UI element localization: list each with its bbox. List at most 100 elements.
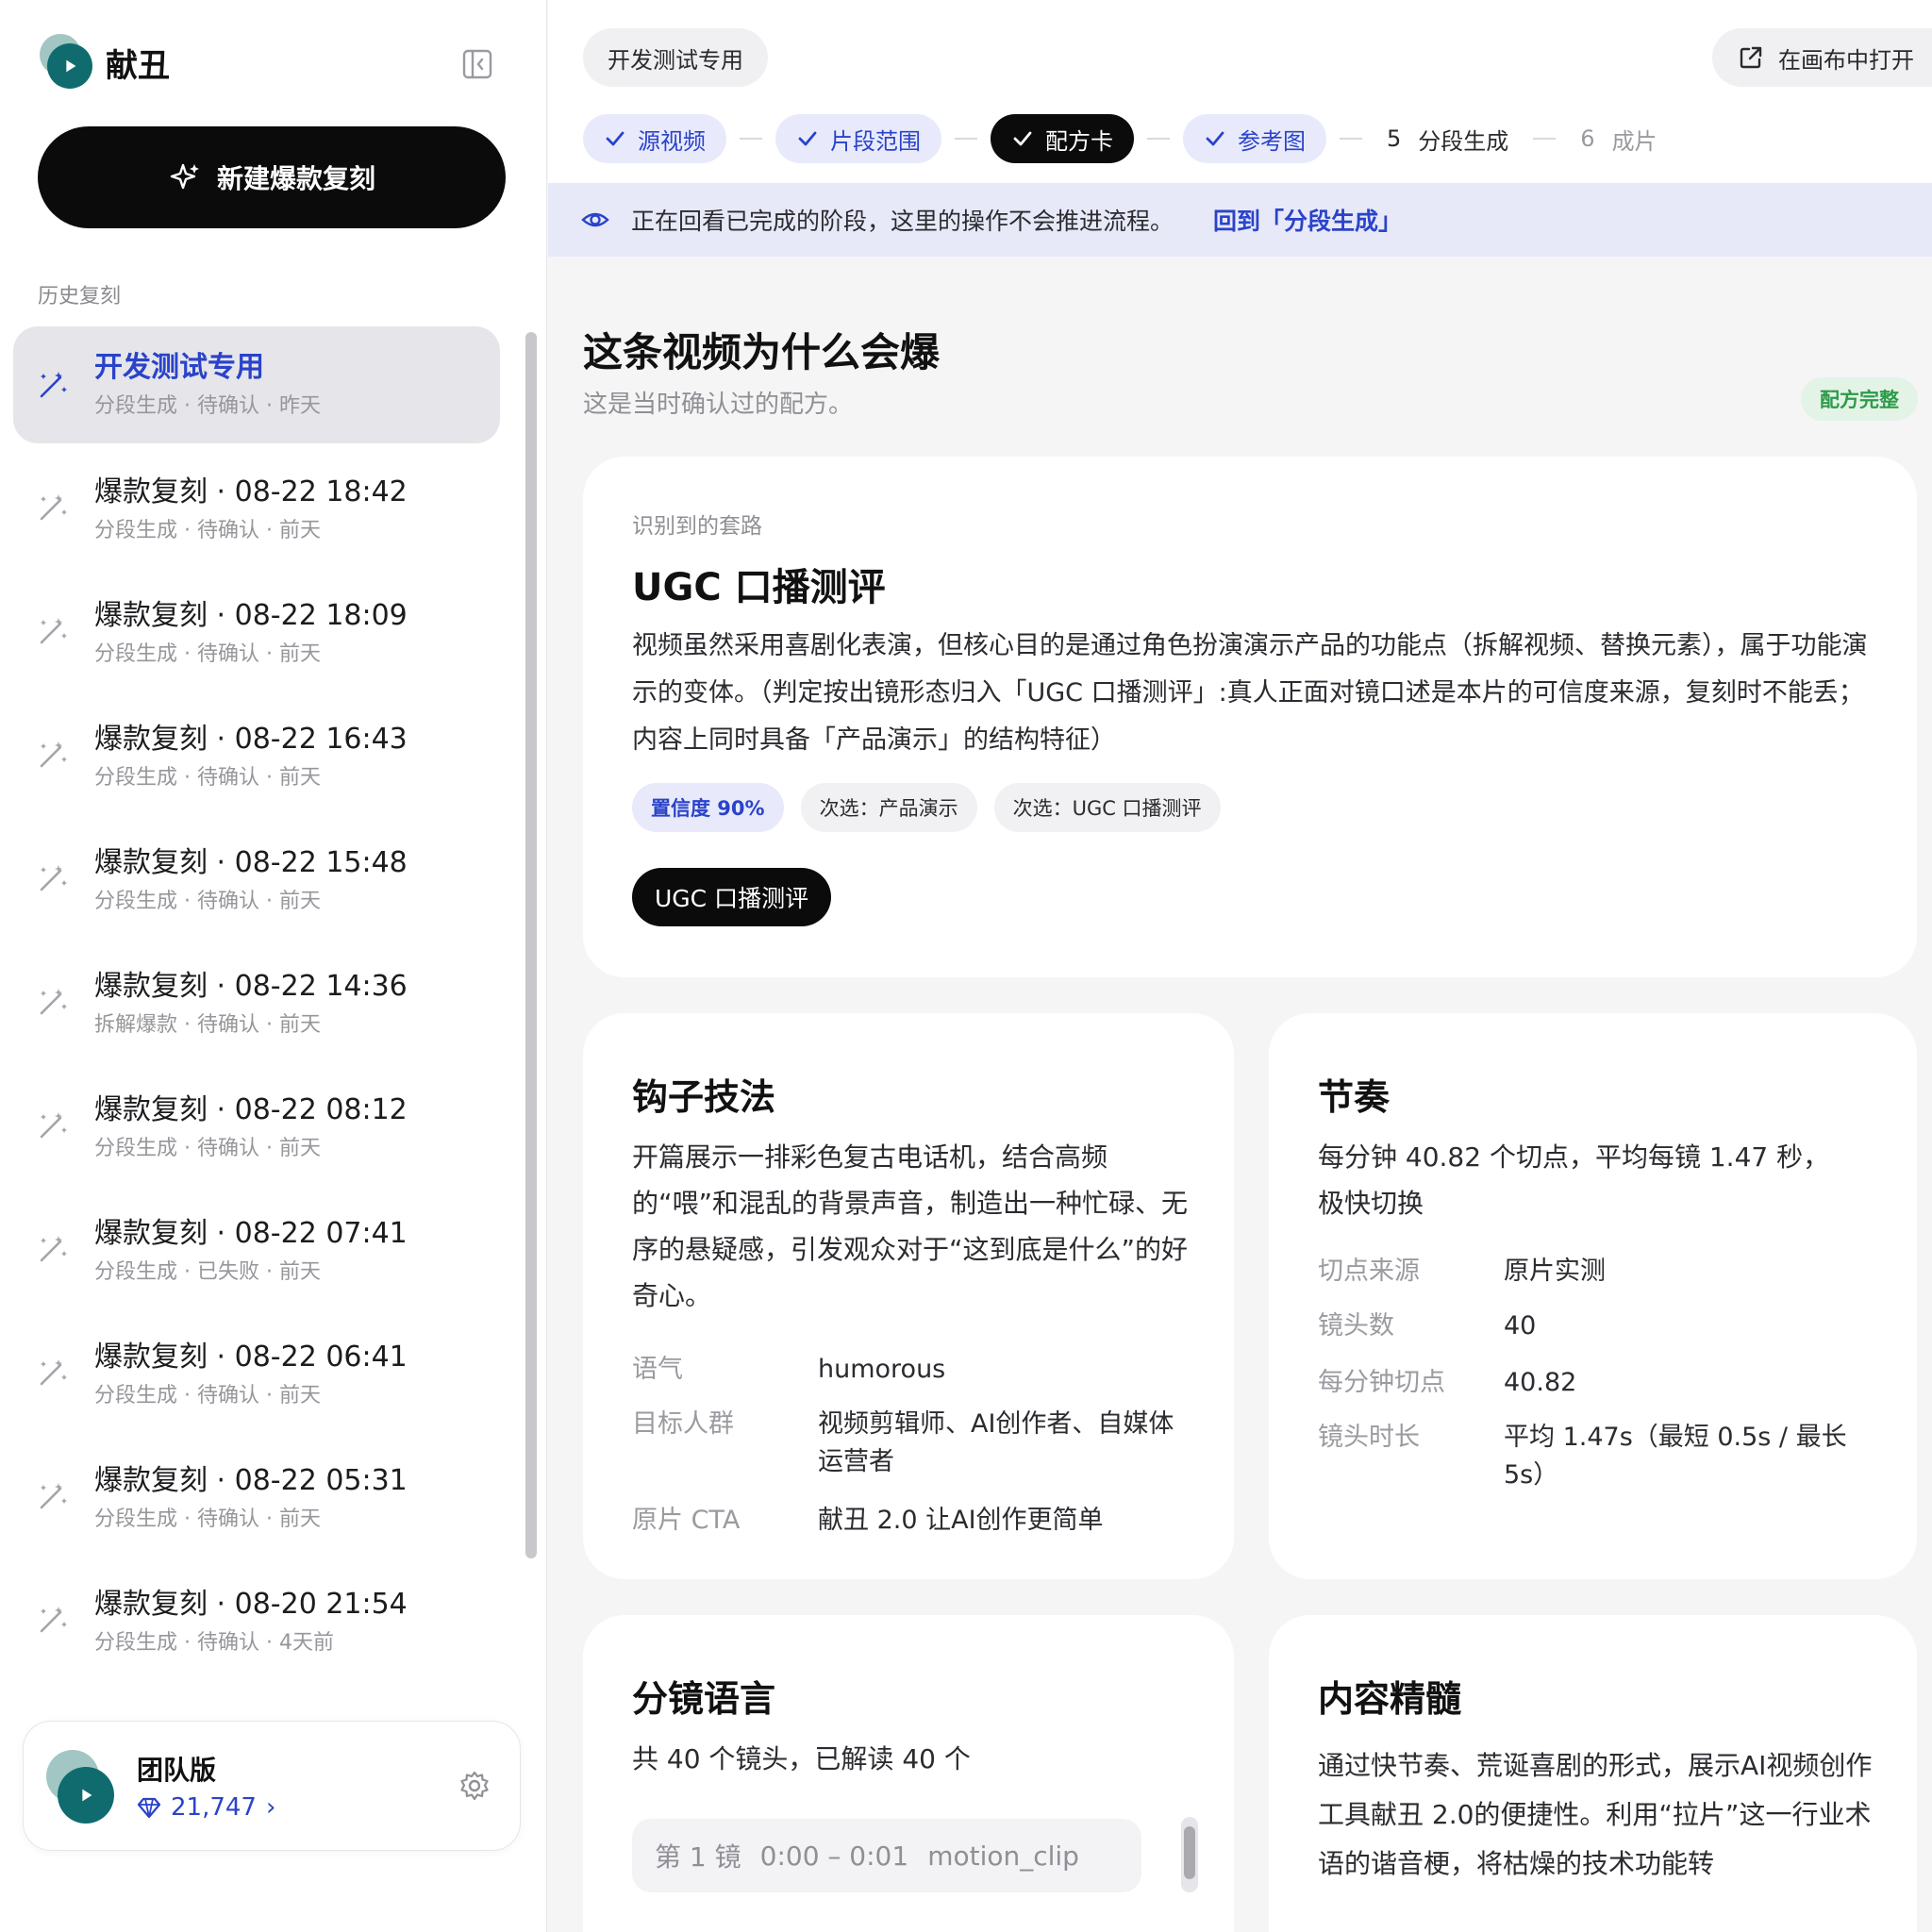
step-2[interactable]: 片段范围 (775, 114, 941, 163)
step-separator (1340, 138, 1362, 140)
sidebar-scrollbar[interactable] (525, 332, 537, 1558)
rhythm-row: 镜头时长 平均 1.47s（最短 0.5s / 最长 5s） (1318, 1419, 1884, 1494)
history-item-title: 爆款复刻 · 08-22 07:41 (94, 1217, 408, 1250)
back-to-stage-link[interactable]: 回到「分段生成」 (1213, 203, 1402, 237)
rhythm-row: 每分钟切点 40.82 (1318, 1364, 1884, 1402)
history-item[interactable]: 爆款复刻 · 08-22 16:43 分段生成 · 待确认 · 前天 (13, 696, 500, 820)
check-icon (606, 131, 625, 146)
shot-list-scrollbar[interactable] (1181, 1817, 1198, 1892)
rhythm-row-key: 每分钟切点 (1318, 1368, 1445, 1397)
rhythm-row-value: 40 (1504, 1311, 1537, 1341)
history-item-title: 爆款复刻 · 08-22 16:43 (94, 723, 408, 756)
shot-row[interactable]: 第 1 镜 0:00 – 0:01 motion_clip (632, 1819, 1141, 1892)
history-item[interactable]: 爆款复刻 · 08-22 06:41 分段生成 · 待确认 · 前天 (13, 1314, 500, 1438)
history-item-status: 分段生成 · 待确认 · 前天 (94, 642, 321, 666)
progress-steps: 源视频 片段范围 配方卡 参考图 5 分段生成 6 成片 (583, 114, 1669, 163)
history-item-title: 爆款复刻 · 08-22 18:09 (94, 599, 408, 632)
step-1[interactable]: 源视频 (583, 114, 726, 163)
routine-description: 视频虽然采用喜剧化表演，但核心目的是通过角色扮演演示产品的功能点（拆解视频、替换… (632, 631, 1868, 755)
shot-label: 第 1 镜 (655, 1841, 741, 1873)
chosen-routine-chip[interactable]: UGC 口播测评 (632, 868, 832, 926)
brand-name: 献丑 (106, 46, 170, 85)
team-plan-name: 团队版 (137, 1755, 217, 1786)
step-3[interactable]: 配方卡 (991, 114, 1134, 163)
confidence-tag: 置信度 90% (632, 783, 784, 832)
history-item-status: 分段生成 · 待确认 · 前天 (94, 1137, 321, 1160)
history-item-status: 分段生成 · 待确认 · 前天 (94, 1384, 321, 1407)
magic-wand-icon (40, 1359, 67, 1386)
alternative-tag-2[interactable]: 次选：UGC 口播测评 (993, 783, 1221, 832)
gear-icon[interactable] (458, 1769, 491, 1803)
sparkle-icon (170, 163, 199, 190)
essence-title: 内容精髓 (1318, 1678, 1462, 1720)
history-item[interactable]: 爆款复刻 · 08-22 15:48 分段生成 · 待确认 · 前天 (13, 820, 500, 943)
history-list: 开发测试专用 分段生成 · 待确认 · 昨天 爆款复刻 · 08-22 18:42 分… (13, 326, 500, 1685)
magic-wand-icon (40, 372, 67, 398)
rhythm-row-key: 切点来源 (1318, 1257, 1420, 1286)
step-separator (1147, 138, 1170, 140)
magic-wand-icon (40, 1483, 67, 1509)
shot-time: 0:00 – 0:01 (759, 1840, 909, 1872)
rhythm-body: 每分钟 40.82 个切点，平均每镜 1.47 秒，极快切换 (1318, 1141, 1830, 1219)
hook-row: 语气 humorous (632, 1351, 1198, 1389)
credits-value: 21,747 (171, 1793, 257, 1822)
sidebar: 献丑 新建爆款复刻 历史复刻 开发测试专用 分段生成 · 待确认 · 昨天 爆款复刻… (0, 0, 547, 1932)
chevron-right-icon: › (265, 1793, 276, 1822)
hook-body: 开篇展示一排彩色复古电话机，结合高频的“喂”和混乱的背景声音，制造出一种忙碌、无… (632, 1141, 1189, 1311)
shot-type: motion_clip (927, 1840, 1079, 1872)
rhythm-row: 切点来源 原片实测 (1318, 1253, 1884, 1291)
step-label: 分段生成 (1418, 127, 1509, 155)
new-replication-button[interactable]: 新建爆款复刻 (38, 126, 506, 228)
magic-wand-icon (40, 494, 67, 521)
magic-wand-icon (40, 618, 67, 644)
step-separator (955, 138, 977, 140)
credits-link[interactable]: 21,747 › (137, 1793, 275, 1822)
step-6[interactable]: 6 成片 (1569, 114, 1668, 163)
history-item[interactable]: 爆款复刻 · 08-22 14:36 拆解爆款 · 待确认 · 前天 (13, 943, 500, 1067)
open-in-canvas-button[interactable]: 在画布中打开 (1712, 28, 1932, 87)
essence-card: 内容精髓 通过快节奏、荒诞喜剧的形式，展示AI视频创作工具献丑 2.0的便捷性。… (1269, 1615, 1917, 1932)
hook-row-value: humorous (818, 1355, 946, 1384)
step-number: 6 (1580, 125, 1595, 152)
hook-row-value: 视频剪辑师、AI创作者、自媒体运营者 (818, 1409, 1174, 1476)
rhythm-row: 镜头数 40 (1318, 1307, 1884, 1345)
alternative-tag-1[interactable]: 次选：产品演示 (800, 783, 977, 832)
step-label: 片段范围 (830, 127, 921, 155)
eye-icon (581, 212, 609, 227)
status-badge: 配方完整 (1801, 377, 1918, 421)
magic-wand-icon (40, 1607, 67, 1633)
main-panel: 开发测试专用 在画布中打开 源视频 片段范围 配方卡 参考图 5 分段生成 6 成片 正在回看… (548, 0, 1932, 1932)
rhythm-row-value: 原片实测 (1504, 1257, 1606, 1286)
history-item-status: 分段生成 · 待确认 · 前天 (94, 519, 321, 542)
hook-row: 目标人群 视频剪辑师、AI创作者、自媒体运营者 (632, 1406, 1198, 1481)
magic-wand-icon (40, 1236, 67, 1262)
routine-tags: 置信度 90% 次选：产品演示 次选：UGC 口播测评 (632, 783, 1221, 832)
magic-wand-icon (40, 865, 67, 891)
open-in-canvas-label: 在画布中打开 (1778, 46, 1914, 74)
history-item[interactable]: 爆款复刻 · 08-20 21:54 分段生成 · 待确认 · 4天前 (13, 1561, 500, 1685)
rhythm-row-key: 镜头时长 (1318, 1423, 1420, 1452)
step-5[interactable]: 5 分段生成 (1375, 114, 1520, 163)
history-item[interactable]: 爆款复刻 · 08-22 07:41 分段生成 · 已失败 · 前天 (13, 1191, 500, 1314)
check-icon (798, 131, 817, 146)
history-item[interactable]: 开发测试专用 分段生成 · 待确认 · 昨天 (13, 326, 500, 443)
check-icon (1013, 131, 1032, 146)
step-number: 5 (1387, 125, 1402, 152)
new-replication-label: 新建爆款复刻 (216, 163, 375, 194)
history-title: 历史复刻 (38, 285, 122, 308)
hook-row-value: 献丑 2.0 让AI创作更简单 (818, 1506, 1104, 1535)
history-item[interactable]: 爆款复刻 · 08-22 18:42 分段生成 · 待确认 · 前天 (13, 449, 500, 573)
team-card[interactable]: 团队版 21,747 › (23, 1721, 521, 1851)
magic-wand-icon (40, 989, 67, 1015)
history-item[interactable]: 爆款复刻 · 08-22 05:31 分段生成 · 待确认 · 前天 (13, 1438, 500, 1561)
project-selector[interactable]: 开发测试专用 (583, 28, 768, 87)
section-title: 这条视频为什么会爆 (583, 329, 941, 375)
history-item[interactable]: 爆款复刻 · 08-22 18:09 分段生成 · 待确认 · 前天 (13, 573, 500, 696)
brand[interactable]: 献丑 (40, 34, 170, 91)
notice-text: 正在回看已完成的阶段，这里的操作不会推进流程。 (631, 208, 1174, 235)
step-4[interactable]: 参考图 (1183, 114, 1326, 163)
rhythm-row-value: 平均 1.47s（最短 0.5s / 最长 5s） (1504, 1423, 1847, 1490)
routine-name: UGC 口播测评 (632, 566, 886, 609)
collapse-sidebar-icon[interactable] (460, 47, 494, 81)
history-item[interactable]: 爆款复刻 · 08-22 08:12 分段生成 · 待确认 · 前天 (13, 1067, 500, 1191)
